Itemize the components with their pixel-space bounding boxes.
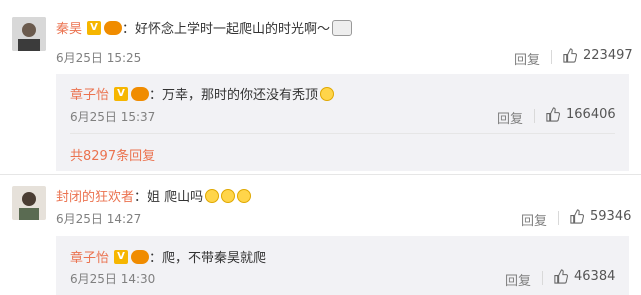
reply-text: 万幸，那时的你还没有秃顶 — [162, 88, 319, 103]
cat-emoji-icon — [237, 188, 252, 203]
reply-colon: ： — [149, 251, 163, 266]
thumbs-up-icon — [563, 48, 577, 63]
verified-badge-icon: V — [114, 249, 129, 264]
like-button[interactable]: 166406 — [545, 107, 616, 122]
like-button[interactable]: 46384 — [553, 269, 615, 284]
thumbs-up-icon — [546, 107, 560, 122]
comment-colon: ： — [122, 22, 136, 37]
reply-username[interactable]: 章子怡 — [70, 84, 109, 103]
camera-emoji-icon — [332, 19, 353, 36]
divider — [534, 109, 535, 123]
like-button[interactable]: 59346 — [569, 209, 631, 224]
reply-button[interactable]: 回复 — [514, 49, 540, 68]
vip-badge-icon — [131, 249, 150, 264]
vip-badge-icon — [104, 20, 123, 35]
reply-colon: ： — [149, 88, 163, 103]
thumbs-up-icon — [570, 209, 584, 224]
reply-button[interactable]: 回复 — [497, 108, 523, 127]
reply-text: 爬，不带秦昊就爬 — [162, 251, 267, 266]
reply-button[interactable]: 回复 — [505, 270, 531, 289]
like-count: 59346 — [590, 209, 632, 224]
reply-button[interactable]: 回复 — [521, 210, 547, 229]
thumbs-up-icon — [554, 269, 568, 284]
separator — [70, 133, 615, 134]
like-button[interactable]: 223497 — [562, 48, 633, 63]
divider — [551, 50, 552, 64]
comment-text: 好怀念上学时一起爬山的时光啊～ — [135, 22, 331, 37]
like-count: 166406 — [566, 107, 616, 122]
view-all-replies-link[interactable]: 共8297条回复 — [70, 145, 155, 164]
vip-badge-icon — [131, 86, 150, 101]
verified-badge-icon: V — [87, 20, 102, 35]
like-count: 223497 — [583, 48, 633, 63]
comment-colon: ： — [134, 190, 148, 205]
smile-emoji-icon — [320, 86, 335, 101]
reply-time: 6月25日 15:37 — [70, 110, 156, 124]
avatar[interactable] — [12, 17, 46, 51]
reply-username[interactable]: 章子怡 — [70, 247, 109, 266]
comment-username[interactable]: 秦昊 — [56, 18, 82, 37]
like-count: 46384 — [574, 269, 616, 284]
comment-time: 6月25日 14:27 — [56, 212, 142, 226]
reply-time: 6月25日 14:30 — [70, 272, 156, 286]
comment-username[interactable]: 封闭的狂欢者 — [56, 186, 134, 205]
cat-emoji-icon — [221, 188, 236, 203]
thread-separator — [0, 174, 641, 175]
comment-time: 6月25日 15:25 — [56, 51, 142, 65]
verified-badge-icon: V — [114, 86, 129, 101]
cat-emoji-icon — [205, 188, 220, 203]
avatar[interactable] — [12, 186, 46, 220]
divider — [558, 211, 559, 225]
divider — [542, 271, 543, 285]
comment-text: 姐 爬山吗 — [147, 190, 204, 205]
